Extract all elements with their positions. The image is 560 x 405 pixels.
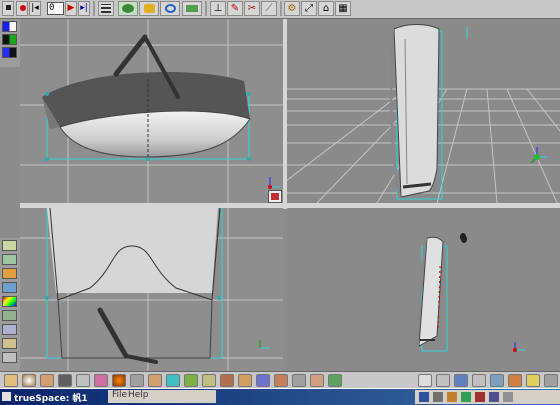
tool-grid-icon[interactable] — [2, 254, 17, 265]
library-toolbar — [0, 371, 560, 389]
scissors-icon[interactable]: ✂ — [244, 1, 260, 16]
top-viewport[interactable] — [20, 208, 283, 371]
panel-icon-1[interactable] — [418, 374, 432, 387]
panel-icon-6[interactable] — [526, 374, 540, 387]
play-icon[interactable]: ▶ — [65, 1, 77, 16]
frame-number-field[interactable]: 0 — [47, 2, 64, 15]
camera-view-scene — [416, 235, 525, 352]
leaf-icon[interactable] — [184, 374, 198, 387]
color-swatch-blue[interactable] — [2, 21, 17, 32]
select-icon[interactable] — [139, 1, 159, 16]
pattern-icon[interactable] — [148, 374, 162, 387]
tex-icon-3[interactable] — [274, 374, 288, 387]
camera-viewport[interactable] — [287, 208, 560, 371]
brick-icon[interactable] — [220, 374, 234, 387]
end-icon[interactable]: ▸| — [78, 1, 90, 16]
main-toolbar: |◂ 0 ▶ ▸| ⊥ ✎ ✂ ⟋ ⚙ ⤢ ⌂ ▦ — [0, 0, 560, 19]
link-icon[interactable]: ⟋ — [261, 1, 277, 16]
figure-icon[interactable] — [76, 374, 90, 387]
stone-icon[interactable] — [130, 374, 144, 387]
rewind-icon[interactable]: |◂ — [29, 1, 41, 16]
glue-icon[interactable]: ⚙ — [284, 1, 300, 16]
tex-icon-2[interactable] — [256, 374, 270, 387]
square-icon[interactable] — [2, 1, 14, 16]
wood-icon[interactable] — [40, 374, 54, 387]
film-icon[interactable] — [98, 1, 114, 16]
tray-icon-5[interactable] — [475, 392, 485, 402]
object-move-icon[interactable] — [118, 1, 138, 16]
tool-material-icon[interactable] — [2, 296, 17, 307]
library-icon-1[interactable] — [4, 374, 18, 387]
title-bar[interactable]: trueSpace: 帆1 File Help — [0, 389, 560, 405]
scale-icon[interactable] — [182, 1, 202, 16]
panel-icon-5[interactable] — [508, 374, 522, 387]
axes-icon[interactable]: ⊥ — [210, 1, 226, 16]
tray-icon-7[interactable] — [503, 392, 513, 402]
system-tray — [415, 390, 560, 404]
tray-icon-6[interactable] — [489, 392, 499, 402]
tool-anim-icon[interactable] — [2, 338, 17, 349]
panel-icon-2[interactable] — [436, 374, 450, 387]
tray-icon-3[interactable] — [447, 392, 457, 402]
tool-deform-icon[interactable] — [2, 310, 17, 321]
color-swatch-green[interactable] — [2, 34, 17, 45]
light-icon[interactable] — [460, 233, 466, 241]
app-icon — [2, 392, 11, 401]
taskbar: trueSpace: 帆1 File Help — [0, 388, 560, 405]
menu-help[interactable]: Help — [128, 390, 149, 400]
tex-icon-1[interactable] — [238, 374, 252, 387]
app-title: trueSpace: 帆1 — [14, 394, 88, 404]
top-view-scene — [20, 208, 283, 371]
home-icon[interactable]: ⌂ — [318, 1, 334, 16]
menu-file[interactable]: File — [112, 390, 127, 400]
paint-icon[interactable]: ✎ — [227, 1, 243, 16]
grid-panel-icon[interactable] — [454, 374, 468, 387]
lock-icon[interactable]: ▦ — [335, 1, 351, 16]
tool-light-icon[interactable] — [2, 282, 17, 293]
perspective-viewport[interactable] — [287, 19, 560, 203]
tool-sphere-icon[interactable] — [2, 268, 17, 279]
panel-icon-4[interactable] — [490, 374, 504, 387]
face-icon[interactable] — [310, 374, 324, 387]
ribbon-icon[interactable] — [94, 374, 108, 387]
color-palette-strip — [0, 19, 20, 67]
tool-cube-icon[interactable] — [2, 240, 17, 251]
view-switch-icon[interactable] — [268, 190, 282, 203]
tool-camera-icon[interactable] — [2, 324, 17, 335]
color-swatch-dark[interactable] — [2, 47, 17, 58]
tray-icon-1[interactable] — [419, 392, 429, 402]
arrow-icon[interactable]: ⤢ — [301, 1, 317, 16]
rotate-icon[interactable] — [160, 1, 180, 16]
tool-strip — [0, 238, 20, 371]
record-icon[interactable] — [16, 1, 28, 16]
sphere-icon[interactable] — [22, 374, 36, 387]
front-view-scene — [20, 19, 283, 203]
perspective-view-scene — [287, 24, 560, 203]
tex-icon-5[interactable] — [328, 374, 342, 387]
tray-icon-2[interactable] — [433, 392, 443, 402]
menu-bar: File Help — [108, 390, 216, 403]
shape-icon[interactable] — [166, 374, 180, 387]
tray-icon-4[interactable] — [461, 392, 471, 402]
tool-render-icon[interactable] — [2, 352, 17, 363]
panel-icon-7[interactable] — [544, 374, 558, 387]
film-icon-2[interactable] — [58, 374, 72, 387]
panel-icon-3[interactable] — [472, 374, 486, 387]
front-viewport[interactable] — [20, 19, 283, 203]
grid-icon[interactable] — [202, 374, 216, 387]
tex-icon-4[interactable] — [292, 374, 306, 387]
ball-icon[interactable] — [112, 374, 126, 387]
